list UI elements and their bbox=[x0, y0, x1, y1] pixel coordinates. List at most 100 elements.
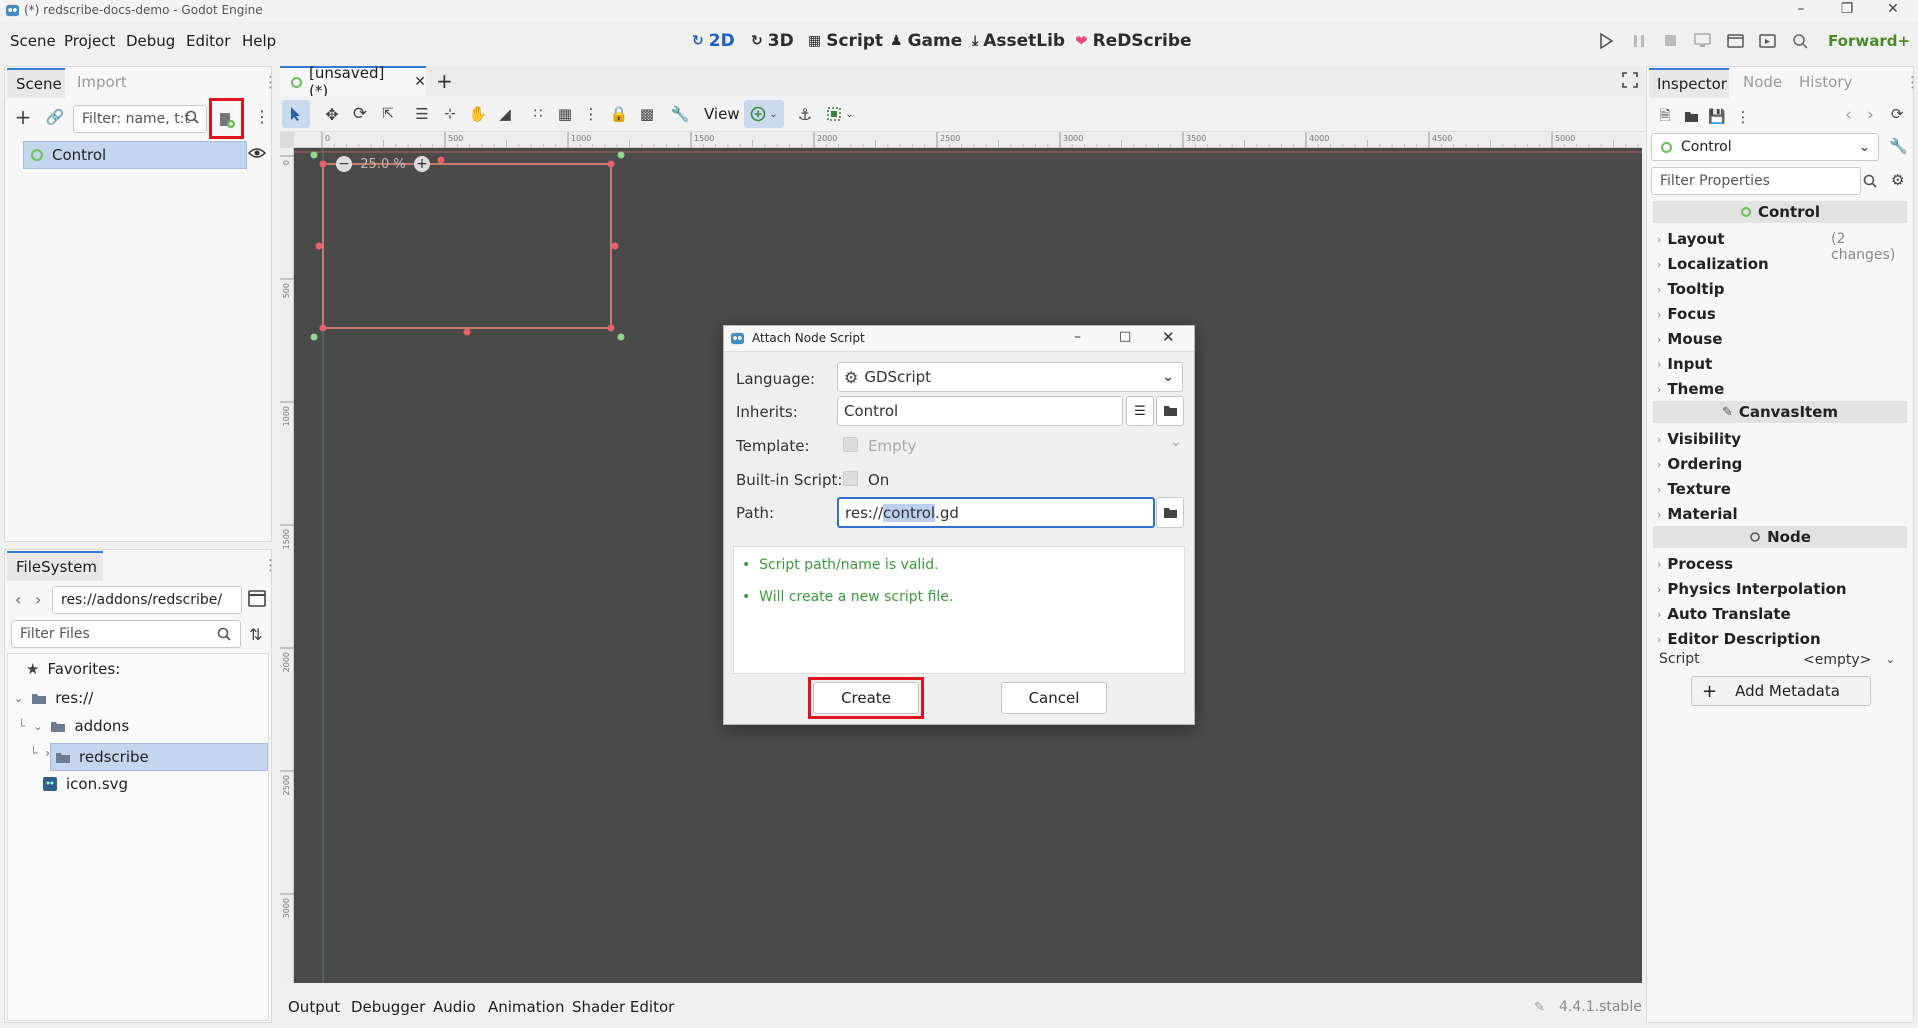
back-arrow-icon[interactable]: ‹ bbox=[15, 590, 21, 609]
tab-import[interactable]: Import bbox=[77, 73, 127, 91]
renderer-selector[interactable]: Forward+ ⌄ bbox=[1828, 32, 1918, 50]
prop-group-focus[interactable]: › Focus bbox=[1657, 305, 1716, 323]
distraction-free-icon[interactable] bbox=[1622, 72, 1638, 88]
inherits-input[interactable]: Control bbox=[837, 396, 1123, 426]
history-back-icon[interactable]: ‹ bbox=[1845, 105, 1852, 125]
path-input[interactable]: res://control .gd bbox=[837, 497, 1155, 528]
prop-group-physics-interpolation[interactable]: › Physics Interpolation bbox=[1657, 580, 1847, 598]
restore-window-button[interactable]: ❐ bbox=[1824, 1, 1870, 17]
menu-editor[interactable]: Editor bbox=[186, 32, 230, 50]
prop-group-layout[interactable]: › Layout bbox=[1657, 230, 1725, 248]
movie-maker-icon[interactable] bbox=[1792, 32, 1809, 49]
redscribe-folder-selected[interactable]: redscribe bbox=[50, 743, 268, 771]
new-resource-icon[interactable]: 🗎 bbox=[1651, 103, 1679, 131]
add-metadata-button[interactable]: + Add Metadata bbox=[1691, 676, 1871, 706]
tab-node[interactable]: Node bbox=[1743, 73, 1782, 91]
move-mode-icon[interactable]: ✥ bbox=[318, 100, 346, 128]
sort-icon[interactable]: ⇅ bbox=[249, 625, 262, 644]
prop-group-editor-description[interactable]: › Editor Description bbox=[1657, 630, 1821, 648]
update-spinner-icon[interactable]: ✎ bbox=[1534, 1000, 1545, 1015]
scene-options-icon[interactable]: ⋮ bbox=[254, 107, 270, 126]
section-canvasitem[interactable]: ✎ CanvasItem bbox=[1653, 401, 1907, 423]
res-root-row[interactable]: ⌄ res:// bbox=[14, 689, 93, 707]
zoom-in-icon[interactable]: + bbox=[414, 156, 430, 172]
anchor-icon[interactable]: ⚓ bbox=[791, 100, 819, 128]
template-checkbox[interactable] bbox=[843, 437, 858, 452]
pause-icon[interactable] bbox=[1633, 34, 1645, 48]
icon-svg-file-row[interactable]: icon.svg bbox=[42, 775, 128, 793]
section-node[interactable]: Node bbox=[1653, 526, 1907, 548]
workspace-3d[interactable]: ↻ 3D bbox=[751, 31, 794, 51]
instance-scene-button[interactable]: 🔗 bbox=[41, 103, 69, 131]
prop-group-process[interactable]: › Process bbox=[1657, 555, 1733, 573]
rotate-mode-icon[interactable]: ⟳ bbox=[346, 100, 374, 128]
pan-mode-icon[interactable]: ✋ bbox=[464, 100, 492, 128]
menu-debug[interactable]: Debug bbox=[126, 32, 175, 50]
object-history-icon[interactable]: ⟳ bbox=[1891, 105, 1904, 123]
select-mode-button[interactable] bbox=[282, 100, 310, 128]
menu-project[interactable]: Project bbox=[64, 32, 115, 50]
prop-group-auto-translate[interactable]: › Auto Translate bbox=[1657, 605, 1791, 623]
dialog-close-button[interactable]: ✕ bbox=[1162, 328, 1175, 346]
group-icon[interactable]: ▩ bbox=[633, 100, 661, 128]
prop-group-visibility[interactable]: › Visibility bbox=[1657, 430, 1741, 448]
zoom-out-icon[interactable]: − bbox=[336, 156, 352, 172]
grid-snap-icon[interactable]: ▦ bbox=[551, 100, 579, 128]
tab-unsaved-scene[interactable]: [unsaved](*) ✕ bbox=[280, 64, 426, 100]
node-tools-icon[interactable]: 🔧 bbox=[1889, 137, 1908, 155]
prop-group-material[interactable]: › Material bbox=[1657, 505, 1738, 523]
prop-group-texture[interactable]: › Texture bbox=[1657, 480, 1731, 498]
bottom-tab-shader-editor[interactable]: Shader Editor bbox=[572, 998, 674, 1016]
open-resource-icon[interactable] bbox=[1677, 103, 1705, 131]
snap-options-icon[interactable]: ⋮ bbox=[577, 100, 605, 128]
tab-inspector[interactable]: Inspector bbox=[1649, 68, 1729, 98]
resource-options-icon[interactable]: ⋮ bbox=[1729, 103, 1757, 131]
node-selector[interactable]: Control ⌄ bbox=[1651, 133, 1879, 161]
menu-help[interactable]: Help bbox=[242, 32, 276, 50]
view-menu[interactable]: View bbox=[704, 105, 740, 123]
template-select[interactable]: Empty bbox=[868, 437, 916, 455]
split-view-icon[interactable] bbox=[248, 590, 266, 607]
create-button[interactable]: Create bbox=[813, 682, 919, 714]
save-resource-icon[interactable]: 💾 bbox=[1703, 103, 1731, 131]
list-select-icon[interactable]: ☰ bbox=[408, 100, 436, 128]
smart-snap-icon[interactable]: ∷ bbox=[524, 100, 552, 128]
pivot-icon[interactable]: ⊹ bbox=[436, 100, 464, 128]
select-class-button[interactable]: ☰ bbox=[1126, 396, 1154, 426]
property-filter-options-icon[interactable]: ⚙ bbox=[1891, 171, 1904, 189]
add-scene-tab-icon[interactable]: + bbox=[436, 69, 453, 93]
stop-icon[interactable] bbox=[1664, 34, 1677, 47]
visibility-eye-icon[interactable] bbox=[248, 146, 266, 160]
tab-scene[interactable]: Scene bbox=[7, 68, 65, 98]
bottom-tab-animation[interactable]: Animation bbox=[488, 998, 564, 1016]
redscribe-folder-row[interactable]: └ › bbox=[30, 746, 50, 760]
bones-icon[interactable]: 🔧 bbox=[666, 100, 694, 128]
filesystem-path-input[interactable]: res://addons/redscribe/ bbox=[52, 586, 242, 614]
bottom-tab-output[interactable]: Output bbox=[288, 998, 340, 1016]
lock-icon[interactable]: 🔒 bbox=[605, 100, 633, 128]
workspace-script[interactable]: ▦ Script bbox=[808, 31, 883, 51]
dock-options-icon[interactable]: ⋮ bbox=[263, 73, 278, 91]
prop-group-mouse[interactable]: › Mouse bbox=[1657, 330, 1722, 348]
attach-script-button[interactable] bbox=[209, 98, 244, 139]
play-custom-scene-icon[interactable] bbox=[1759, 32, 1776, 49]
tab-filesystem[interactable]: FileSystem bbox=[7, 551, 103, 581]
close-window-button[interactable]: ✕ bbox=[1870, 1, 1916, 17]
tree-node-control[interactable]: Control bbox=[23, 141, 247, 169]
workspace-2d[interactable]: ↻ 2D bbox=[692, 31, 735, 51]
bottom-tab-audio[interactable]: Audio bbox=[433, 998, 476, 1016]
play-icon[interactable] bbox=[1599, 33, 1613, 49]
forward-arrow-icon[interactable]: › bbox=[35, 590, 41, 609]
workspace-redscribe[interactable]: ❤ ReDScribe bbox=[1075, 31, 1192, 51]
script-property-value[interactable]: <empty> ⌄ bbox=[1803, 652, 1895, 668]
section-control[interactable]: Control bbox=[1653, 201, 1907, 223]
language-select[interactable]: ⚙ GDScript ⌄ bbox=[837, 362, 1183, 392]
remote-debug-icon[interactable] bbox=[1694, 32, 1711, 49]
builtin-script-checkbox[interactable] bbox=[843, 471, 858, 486]
prop-group-tooltip[interactable]: › Tooltip bbox=[1657, 280, 1724, 298]
prop-group-localization[interactable]: › Localization bbox=[1657, 255, 1769, 273]
addons-folder-row[interactable]: └ ⌄ addons bbox=[18, 717, 129, 735]
close-icon[interactable]: ✕ bbox=[414, 74, 426, 90]
workspace-assetlib[interactable]: ⤓ AssetLib bbox=[972, 31, 1065, 51]
ruler-mode-icon[interactable]: ◢ bbox=[491, 100, 519, 128]
